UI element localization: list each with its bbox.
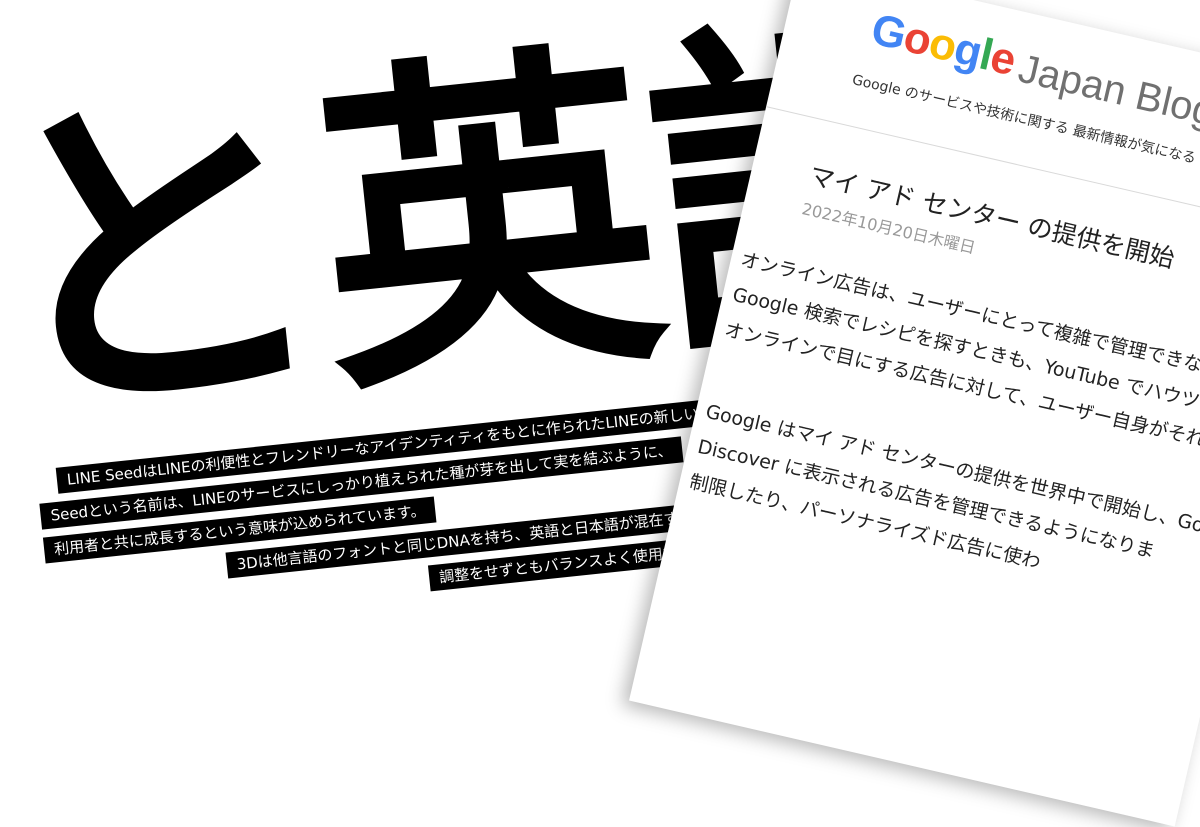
google-logo[interactable]: Google [867, 5, 1020, 86]
